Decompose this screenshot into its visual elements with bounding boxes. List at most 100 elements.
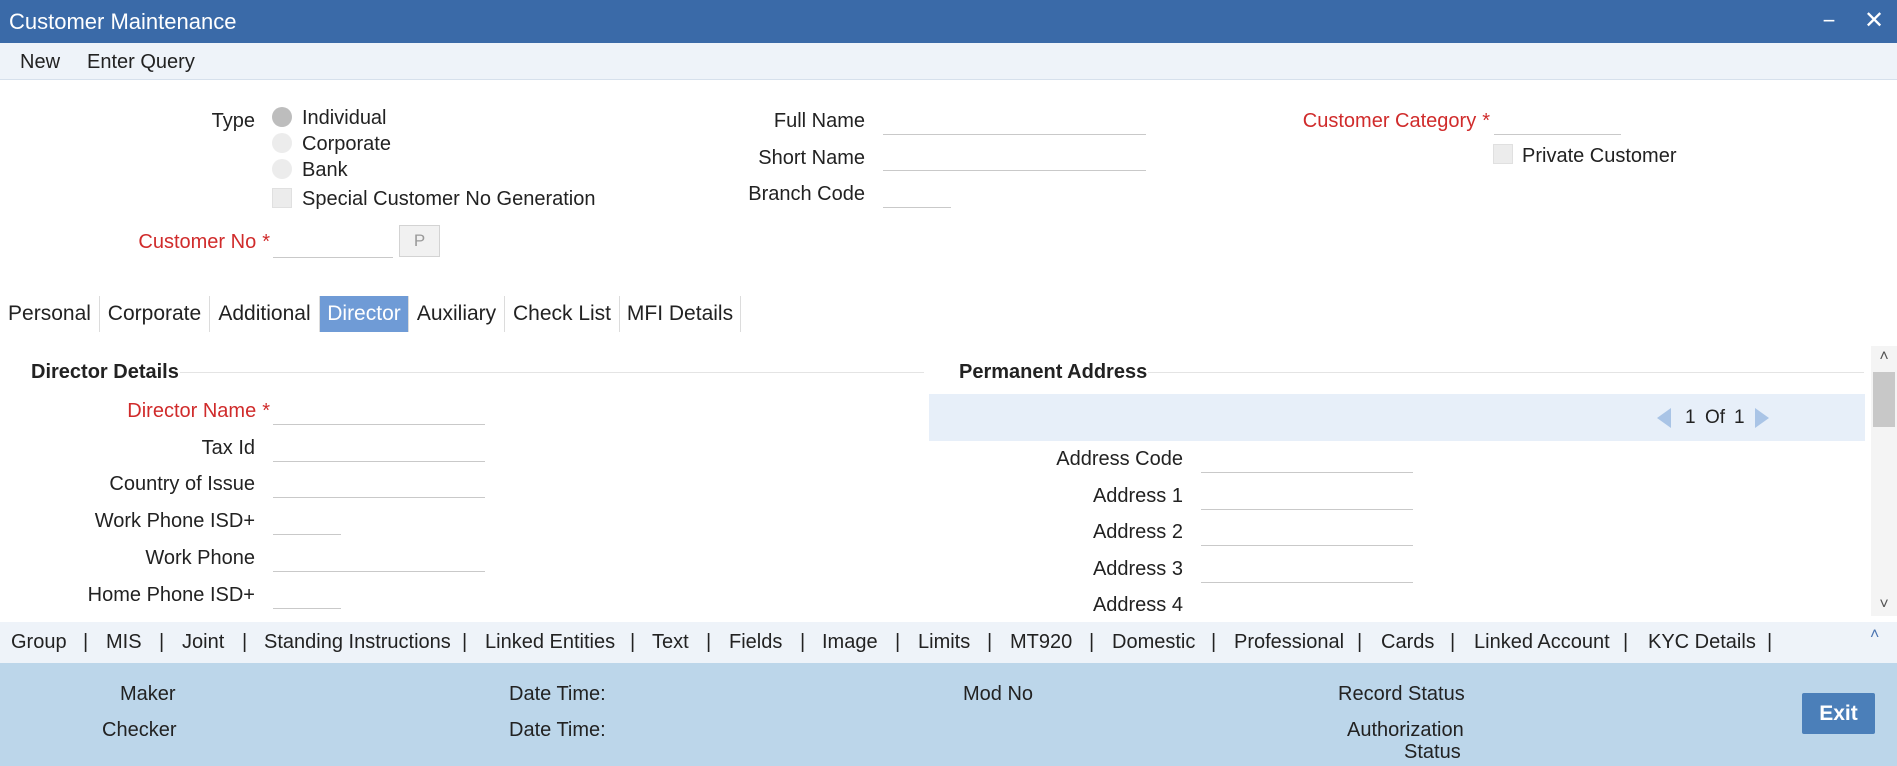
maker-date-time-label: Date Time:: [509, 683, 606, 705]
tab-auxiliary[interactable]: Auxiliary: [409, 296, 505, 332]
scrollbar-thumb[interactable]: [1873, 372, 1895, 427]
customer-category-input[interactable]: [1494, 109, 1621, 135]
minimize-icon[interactable]: −: [1816, 8, 1842, 34]
tab-director[interactable]: Director: [320, 296, 409, 332]
bottom-tab-mt920[interactable]: MT920: [1010, 631, 1072, 654]
radio-individual-label: Individual: [302, 107, 387, 129]
work-phone-isd-input[interactable]: [273, 509, 341, 535]
collapse-up-icon[interactable]: ˄: [1870, 626, 1879, 644]
separator: |: [895, 631, 901, 653]
menu-enter-query[interactable]: Enter Query: [87, 51, 195, 74]
separator: |: [1089, 631, 1095, 653]
private-customer-checkbox[interactable]: [1493, 144, 1513, 164]
record-status-label: Record Status: [1338, 683, 1465, 705]
tab-mfi-details[interactable]: MFI Details: [620, 296, 741, 332]
address-1-input[interactable]: [1201, 484, 1413, 510]
radio-bank-label: Bank: [302, 159, 348, 181]
separator: |: [800, 631, 806, 653]
work-phone-label: Work Phone: [145, 547, 255, 569]
radio-bank[interactable]: [272, 159, 292, 179]
separator: |: [1357, 631, 1363, 653]
bottom-tab-group[interactable]: Group: [11, 631, 67, 654]
address-code-input[interactable]: [1201, 447, 1413, 473]
tab-personal[interactable]: Personal: [0, 296, 100, 332]
page-current: 1: [1685, 407, 1696, 428]
bottom-tab-professional[interactable]: Professional: [1234, 631, 1344, 654]
scroll-down-icon[interactable]: ˅: [1875, 596, 1893, 614]
private-customer-label: Private Customer: [1522, 145, 1677, 167]
tab-check-list[interactable]: Check List: [505, 296, 620, 332]
radio-corporate-label: Corporate: [302, 133, 391, 155]
authorization-status-label: Status: [1404, 741, 1461, 763]
customer-category-label: Customer Category *: [1302, 110, 1490, 132]
previous-page-icon[interactable]: [1657, 408, 1671, 428]
bottom-tab-domestic[interactable]: Domestic: [1112, 631, 1195, 654]
menu-new[interactable]: New: [20, 51, 60, 74]
special-customer-no-checkbox[interactable]: [272, 188, 292, 208]
separator: |: [706, 631, 712, 653]
bottom-tab-linked-account[interactable]: Linked Account: [1474, 631, 1610, 654]
page-of: Of: [1705, 407, 1726, 428]
separator: |: [242, 631, 248, 653]
customer-no-p-button[interactable]: P: [399, 225, 440, 257]
special-customer-no-label: Special Customer No Generation: [302, 188, 596, 210]
exit-button[interactable]: Exit: [1802, 693, 1875, 734]
section-divider: [180, 372, 924, 373]
work-phone-input[interactable]: [273, 546, 485, 572]
bottom-tab-fields[interactable]: Fields: [729, 631, 782, 654]
address-2-input[interactable]: [1201, 520, 1413, 546]
customer-no-label: Customer No *: [138, 231, 270, 253]
window-title: Customer Maintenance: [9, 9, 237, 34]
next-page-icon[interactable]: [1755, 408, 1769, 428]
short-name-input[interactable]: [883, 145, 1146, 171]
checker-date-time-label: Date Time:: [509, 719, 606, 741]
page-total: 1: [1734, 407, 1745, 428]
home-phone-isd-label: Home Phone ISD+: [87, 584, 255, 606]
director-name-input[interactable]: [273, 399, 485, 425]
country-of-issue-label: Country of Issue: [109, 473, 255, 495]
menu-bar: New Enter Query: [0, 43, 1897, 80]
bottom-tab-limits[interactable]: Limits: [918, 631, 970, 654]
bottom-tab-standing-instructions[interactable]: Standing Instructions: [264, 631, 451, 654]
scroll-up-icon[interactable]: ˄: [1875, 348, 1893, 366]
separator: |: [83, 631, 89, 653]
bottom-tab-linked-entities[interactable]: Linked Entities: [485, 631, 615, 654]
bottom-tab-mis[interactable]: MIS: [106, 631, 142, 654]
full-name-input[interactable]: [883, 109, 1146, 135]
director-name-label: Director Name *: [127, 400, 270, 422]
authorization-label: Authorization: [1347, 719, 1464, 741]
radio-corporate[interactable]: [272, 133, 292, 153]
bottom-tab-kyc-details[interactable]: KYC Details: [1648, 631, 1756, 654]
country-of-issue-input[interactable]: [273, 472, 485, 498]
separator: |: [1623, 631, 1629, 653]
close-icon[interactable]: ✕: [1861, 8, 1887, 34]
bottom-tab-image[interactable]: Image: [822, 631, 878, 654]
checker-label: Checker: [102, 719, 177, 741]
type-label: Type: [211, 110, 255, 132]
tax-id-input[interactable]: [273, 436, 485, 462]
tab-additional[interactable]: Additional: [210, 296, 320, 332]
work-phone-isd-label: Work Phone ISD+: [94, 510, 255, 532]
full-name-label: Full Name: [773, 110, 865, 132]
audit-footer: Maker Checker Date Time: Date Time: Mod …: [0, 663, 1897, 766]
address-code-label: Address Code: [1056, 448, 1183, 470]
address-4-label: Address 4: [1092, 594, 1183, 616]
bottom-tab-text[interactable]: Text: [652, 631, 689, 654]
address-3-input[interactable]: [1201, 557, 1413, 583]
separator: |: [1450, 631, 1456, 653]
home-phone-isd-input[interactable]: [273, 583, 341, 609]
bottom-tab-joint[interactable]: Joint: [182, 631, 224, 654]
address-pager: 1 Of 1: [929, 394, 1865, 441]
bottom-tab-bar: Group | MIS | Joint | Standing Instructi…: [0, 622, 1897, 663]
vertical-scrollbar[interactable]: ˄ ˅: [1871, 346, 1897, 616]
mod-no-label: Mod No: [963, 683, 1034, 705]
customer-no-input[interactable]: [273, 232, 393, 258]
radio-individual[interactable]: [272, 107, 292, 127]
section-divider: [1148, 372, 1864, 373]
branch-code-input[interactable]: [883, 182, 951, 208]
bottom-tab-cards[interactable]: Cards: [1381, 631, 1434, 654]
separator: |: [1211, 631, 1217, 653]
address-3-label: Address 3: [1092, 558, 1183, 580]
separator: |: [159, 631, 165, 653]
tab-corporate[interactable]: Corporate: [100, 296, 210, 332]
